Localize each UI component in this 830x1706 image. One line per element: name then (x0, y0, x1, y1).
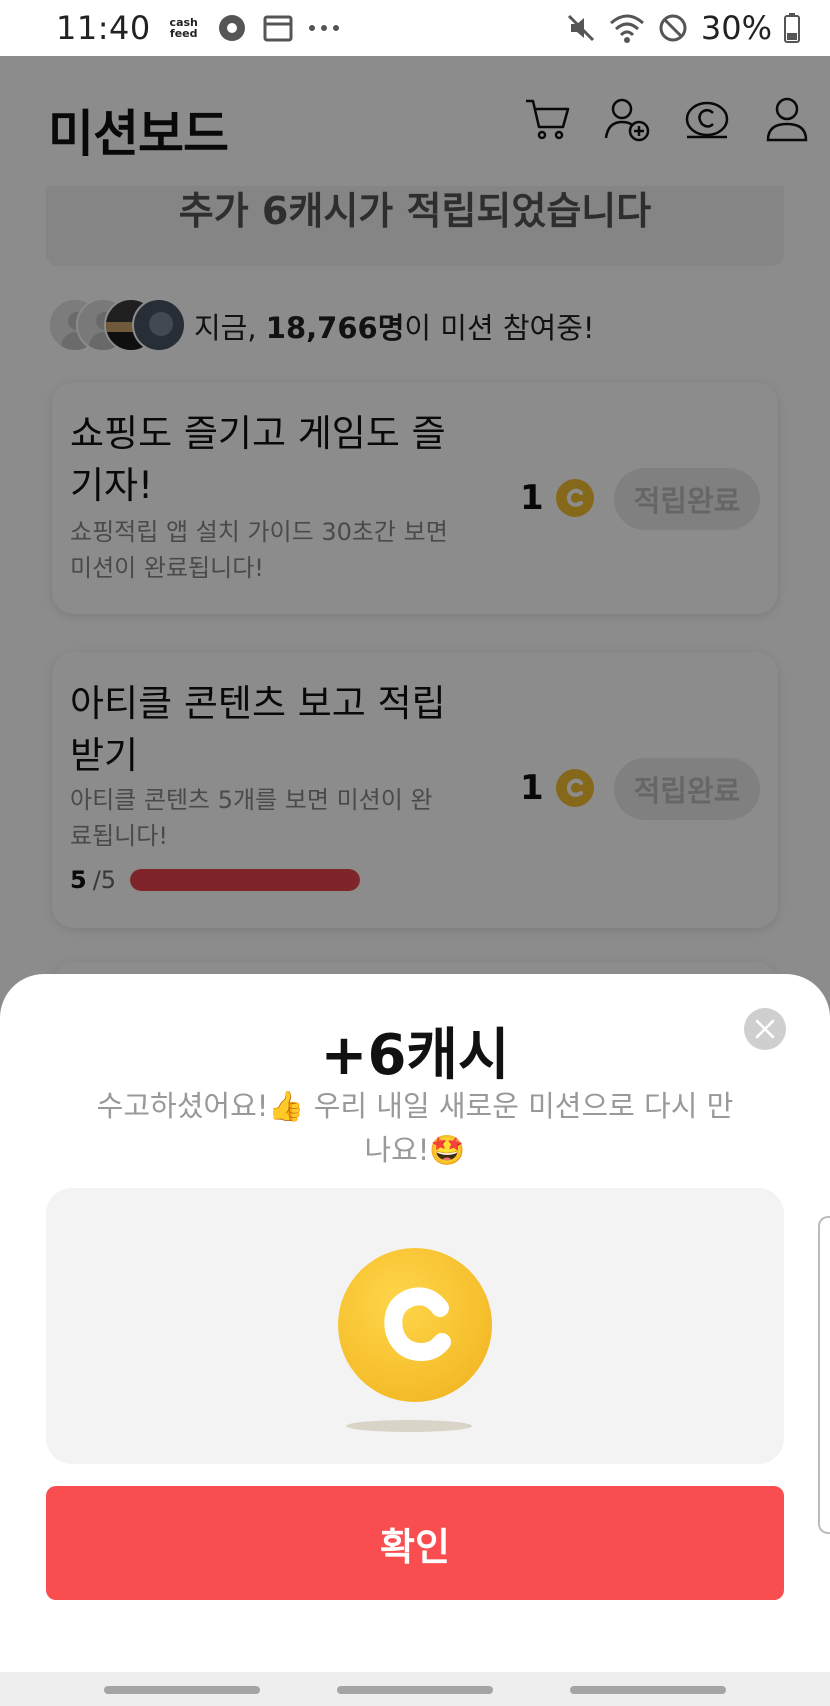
wifi-icon (609, 13, 645, 43)
sheet-message: 수고하셨어요!👍 우리 내일 새로운 미션으로 다시 만나요!🤩 (96, 1089, 734, 1167)
nav-home[interactable] (337, 1686, 493, 1694)
nav-recent-apps[interactable] (104, 1686, 260, 1694)
calendar-notification-icon (263, 14, 293, 42)
close-button[interactable] (744, 1008, 786, 1050)
confirm-button[interactable]: 확인 (46, 1486, 784, 1600)
status-time: 11:40 (56, 9, 151, 47)
do-not-disturb-icon (657, 12, 689, 44)
reward-bottom-sheet: +6캐시 수고하셨어요!👍 우리 내일 새로운 미션으로 다시 만나요!🤩 확인 (0, 974, 830, 1672)
cashfeed-notification-icon: cash feed (169, 16, 198, 40)
close-icon (755, 1019, 775, 1039)
coin-shadow (346, 1420, 472, 1432)
status-bar: 11:40 cash feed 30% (0, 0, 830, 56)
sheet-title: +6캐시 (320, 1023, 510, 1088)
coin-icon (338, 1248, 492, 1402)
battery-percent: 30% (700, 9, 772, 47)
nav-back[interactable] (570, 1686, 726, 1694)
side-scroll-handle[interactable] (818, 1216, 830, 1534)
coin-panel (46, 1188, 784, 1464)
mute-icon (565, 12, 597, 44)
navigation-bar (0, 1672, 830, 1706)
battery-charging-icon (784, 13, 800, 43)
settings-notification-icon (215, 11, 249, 45)
more-notifications-icon (307, 23, 341, 33)
